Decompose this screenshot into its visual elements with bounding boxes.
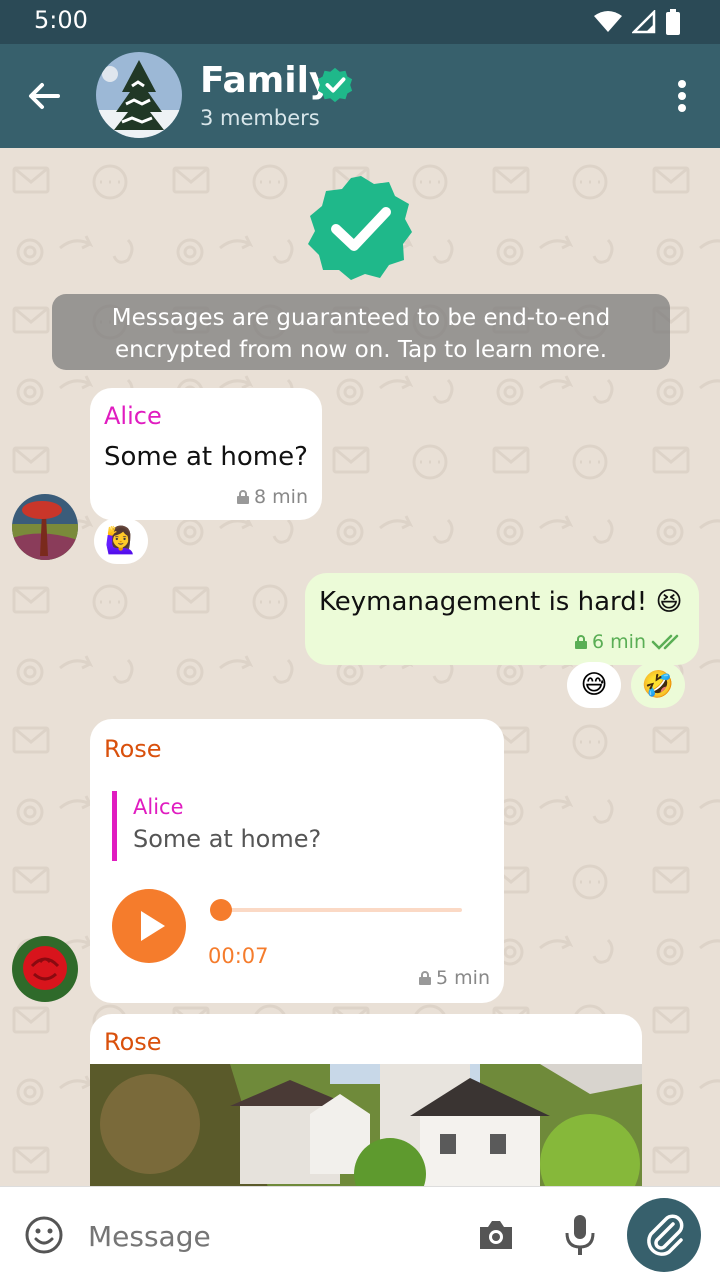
lock-icon [237,490,250,504]
message-time: 6 min [592,631,646,653]
play-icon [141,911,165,941]
wifi-icon [594,11,622,32]
chat-header: Family 3 members [0,44,720,148]
message-input[interactable] [86,1213,450,1259]
sender-name: Rose [104,735,162,763]
sender-name: Alice [104,402,162,430]
quoted-message[interactable]: Alice Some at home? [112,791,497,861]
play-button[interactable] [112,889,186,963]
audio-duration: 00:07 [208,944,269,968]
message-time: 8 min [254,486,308,508]
camera-icon[interactable] [476,1215,516,1255]
reaction-badge[interactable]: 😅 [567,662,621,708]
status-bar: 5:00 [0,0,720,44]
message-meta: 8 min [237,486,308,508]
reaction-badge[interactable]: 🤣 [631,662,685,708]
lock-icon [419,971,432,985]
alice-avatar[interactable] [12,494,78,560]
rose-avatar[interactable] [12,936,78,1002]
member-count: 3 members [200,106,320,130]
message-text: Some at home? [104,442,308,472]
lock-icon [575,635,588,649]
microphone-icon[interactable] [562,1213,598,1257]
status-time: 5:00 [34,6,88,34]
attach-button[interactable] [627,1198,701,1272]
encryption-verified-icon [308,176,412,280]
photo-attachment[interactable] [90,1064,642,1186]
quoted-text: Some at home? [133,825,322,853]
back-arrow-icon[interactable] [22,74,66,118]
paperclip-icon [647,1214,684,1256]
message-meta: 5 min [419,967,490,989]
signal-icon [632,10,656,34]
sender-name: Rose [104,1028,162,1056]
message-meta: 6 min [575,631,685,653]
audio-progress-knob[interactable] [210,899,232,921]
audio-progress-track[interactable] [212,908,462,912]
reaction-badge[interactable]: 🙋‍♀️ [94,518,148,564]
more-options-icon[interactable] [670,74,694,118]
message-text: Keymanagement is hard! 😆 [319,587,683,617]
message-list[interactable]: Messages are guaranteed to be end-to-end… [0,148,720,1186]
incoming-voice-message[interactable]: Rose Alice Some at home? 00:07 5 min [90,719,504,1003]
chat-title[interactable]: Family [200,60,332,101]
message-time: 5 min [436,967,490,989]
group-avatar[interactable] [96,52,182,138]
battery-icon [666,9,680,35]
double-check-icon [651,634,679,650]
encryption-notice[interactable]: Messages are guaranteed to be end-to-end… [52,294,670,370]
verified-badge-icon [317,67,353,103]
outgoing-message-bubble[interactable]: Keymanagement is hard! 😆 6 min [305,573,699,665]
incoming-photo-message[interactable]: Rose [90,1014,642,1186]
message-composer [0,1186,720,1281]
incoming-message-bubble[interactable]: Alice Some at home? 8 min [90,388,322,520]
emoji-icon[interactable] [24,1215,64,1255]
quoted-sender: Alice [133,795,184,819]
